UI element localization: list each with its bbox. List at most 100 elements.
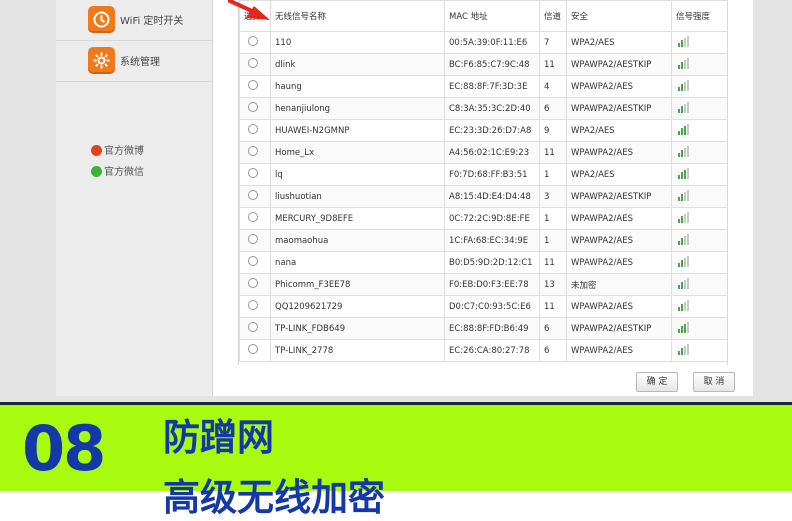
table-row[interactable]: nana B0:D5:9D:2D:12:C1 11 WPAWPA2/AES <box>239 251 727 274</box>
signal-strength-icon <box>678 321 689 333</box>
table-row[interactable]: TP-LINK_FDB649 EC:88:8F:FD:B6:49 6 WPAWPA2/… <box>239 317 727 340</box>
security-cell: WPAWPA2/AESTKIP <box>566 53 672 76</box>
table-row[interactable]: dlink BC:F6:85:C7:9C:48 11 WPAWPA2/AESTKIP <box>239 53 727 76</box>
sidebar: WiFi 定时开关 系统管理 官方微博 官方微信 <box>56 0 213 396</box>
table-row[interactable]: Phicomm_F3EE78 F0:EB:D0:F3:EE:78 13 未加密 <box>239 273 727 296</box>
security-cell: WPAWPA2/AES <box>566 295 672 318</box>
ssid-cell: nana <box>270 251 445 274</box>
wechat-link[interactable]: 官方微信 <box>91 163 144 178</box>
weibo-icon <box>91 145 102 156</box>
channel-cell: 9 <box>539 119 567 142</box>
table-row[interactable]: liushuotian A8:15:4D:E4:D4:48 3 WPAWPA2/AES… <box>239 185 727 208</box>
col-header-mac: MAC 地址 <box>444 0 540 32</box>
ssid-cell: henanjiulong <box>270 97 445 120</box>
select-radio[interactable] <box>248 124 258 134</box>
feature-number: 08 <box>22 412 106 485</box>
signal-cell <box>671 53 727 76</box>
table-row[interactable]: henanjiulong C8:3A:35:3C:2D:40 6 WPAWPA2/AE… <box>239 97 727 120</box>
signal-cell <box>671 31 727 54</box>
security-cell: WPAWPA2/AES <box>566 141 672 164</box>
ssid-cell: MERCURY_9D8EFE <box>270 207 445 230</box>
sidebar-item-wifi-timer[interactable]: WiFi 定时开关 <box>56 0 212 40</box>
table-row[interactable]: Home_Lx A4:56:02:1C:E9:23 11 WPAWPA2/AES <box>239 141 727 164</box>
channel-cell: 1 <box>539 229 567 252</box>
feature-title: 防蹭网 <box>163 416 274 459</box>
signal-strength-icon <box>678 79 689 91</box>
select-radio[interactable] <box>248 278 258 288</box>
select-cell <box>239 207 271 230</box>
mac-cell: F0:EB:D0:F3:EE:78 <box>444 273 540 296</box>
ssid-cell: Phicomm_F3EE78 <box>270 273 445 296</box>
table-row[interactable]: maomaohua 1C:FA:68:EC:34:9E 1 WPAWPA2/AES <box>239 229 727 252</box>
table-row[interactable]: TP-LINK_2778 EC:26:CA:80:27:78 6 WPAWPA2/AE… <box>239 339 727 362</box>
col-header-security: 安全 <box>566 0 672 32</box>
wifi-table-container[interactable]: 选择 无线信号名称 MAC 地址 信道 安全 信号强度 11000:5A:39:… <box>238 0 728 365</box>
select-cell <box>239 53 271 76</box>
signal-strength-icon <box>678 167 689 179</box>
table-row[interactable]: lq F0:7D:68:FF:B3:51 1 WPA2/AES <box>239 163 727 186</box>
table-row[interactable]: haung EC:88:8F:7F:3D:3E 4 WPAWPA2/AES <box>239 75 727 98</box>
select-radio[interactable] <box>248 256 258 266</box>
confirm-button[interactable]: 确 定 <box>636 372 678 392</box>
channel-cell: 6 <box>539 317 567 340</box>
mac-cell: 0C:72:2C:9D:8E:FE <box>444 207 540 230</box>
table-row[interactable]: HUAWEI-N2GMNP EC:23:3D:26:D7:A8 9 WPA2/AES <box>239 119 727 142</box>
table-row[interactable]: MERCURY_9D8EFE 0C:72:2C:9D:8E:FE 1 WPAWPA2/… <box>239 207 727 230</box>
select-radio[interactable] <box>248 322 258 332</box>
signal-cell <box>671 141 727 164</box>
signal-strength-icon <box>678 277 689 289</box>
select-radio[interactable] <box>248 234 258 244</box>
security-cell: WPA2/AES <box>566 31 672 54</box>
select-radio[interactable] <box>248 212 258 222</box>
channel-cell: 7 <box>539 31 567 54</box>
ssid-cell: haung <box>270 75 445 98</box>
select-radio[interactable] <box>248 58 258 68</box>
select-radio[interactable] <box>248 190 258 200</box>
signal-strength-icon <box>678 255 689 267</box>
mac-cell: B0:D5:9D:2D:12:C1 <box>444 251 540 274</box>
cancel-button[interactable]: 取 消 <box>693 372 735 392</box>
table-row[interactable]: 110 00:5A:39:0F:11:E6 7 WPA2/AES <box>239 31 727 54</box>
select-radio[interactable] <box>248 168 258 178</box>
select-radio[interactable] <box>248 102 258 112</box>
select-cell <box>239 273 271 296</box>
table-row[interactable]: QQ1209621729 D0:C7:C0:93:5C:E6 11 WPAWPA2/A… <box>239 295 727 318</box>
select-cell <box>239 185 271 208</box>
col-header-channel: 信道 <box>539 0 567 32</box>
mac-cell: A8:15:4D:E4:D4:48 <box>444 185 540 208</box>
signal-strength-icon <box>678 233 689 245</box>
select-cell <box>239 75 271 98</box>
table-header-row: 选择 无线信号名称 MAC 地址 信道 安全 信号强度 <box>239 0 727 32</box>
signal-strength-icon <box>678 299 689 311</box>
weibo-link[interactable]: 官方微博 <box>91 142 144 157</box>
channel-cell: 6 <box>539 339 567 362</box>
signal-cell <box>671 207 727 230</box>
select-radio[interactable] <box>248 300 258 310</box>
ssid-cell: Home_Lx <box>270 141 445 164</box>
select-cell <box>239 141 271 164</box>
signal-cell <box>671 273 727 296</box>
ssid-cell: dlink <box>270 53 445 76</box>
sidebar-item-label: WiFi 定时开关 <box>120 16 184 27</box>
mac-cell: EC:23:3D:26:D7:A8 <box>444 119 540 142</box>
select-radio[interactable] <box>248 80 258 90</box>
wifi-scan-panel: 选择 无线信号名称 MAC 地址 信道 安全 信号强度 11000:5A:39:… <box>213 0 753 396</box>
channel-cell: 4 <box>539 75 567 98</box>
col-header-signal: 信号强度 <box>671 0 727 32</box>
select-radio[interactable] <box>248 36 258 46</box>
security-cell: WPA2/AES <box>566 119 672 142</box>
select-cell <box>239 97 271 120</box>
select-radio[interactable] <box>248 146 258 156</box>
select-cell <box>239 251 271 274</box>
channel-cell: 1 <box>539 163 567 186</box>
mac-cell: EC:88:8F:FD:B6:49 <box>444 317 540 340</box>
divider <box>56 81 212 82</box>
mac-cell: F0:7D:68:FF:B3:51 <box>444 163 540 186</box>
security-cell: WPAWPA2/AES <box>566 251 672 274</box>
signal-cell <box>671 163 727 186</box>
signal-strength-icon <box>678 211 689 223</box>
select-radio[interactable] <box>248 344 258 354</box>
mac-cell: A4:56:02:1C:E9:23 <box>444 141 540 164</box>
select-cell <box>239 31 271 54</box>
sidebar-item-system[interactable]: 系统管理 <box>56 41 212 81</box>
